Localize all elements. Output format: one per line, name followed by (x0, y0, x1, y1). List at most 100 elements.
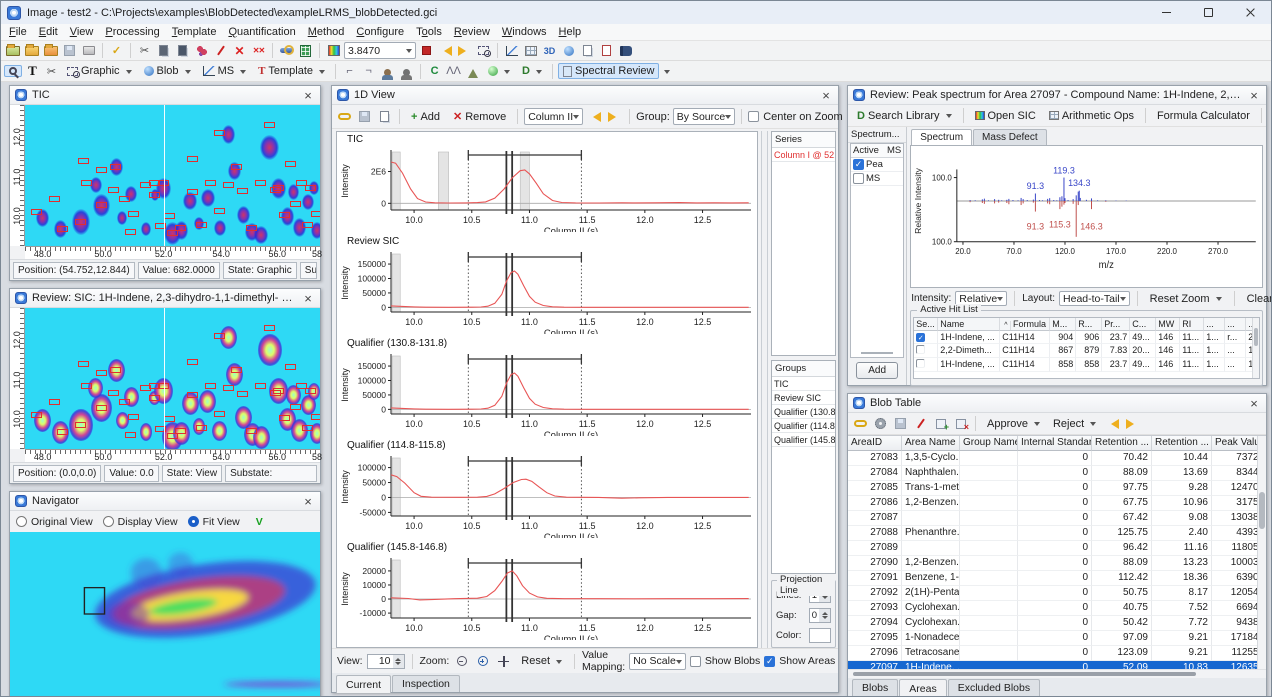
reset-button[interactable]: Reset (516, 653, 567, 669)
tab-excluded-blobs[interactable]: Excluded Blobs (948, 679, 1040, 696)
table-row[interactable]: 270901,2-Benzen...088.0913.231000386.0 (848, 556, 1257, 571)
template-menu-button[interactable]: TTemplate (253, 63, 330, 79)
scrollbar-thumb[interactable] (853, 672, 1196, 676)
table-3d-icon[interactable] (522, 43, 539, 58)
tab-spectrum[interactable]: Spectrum (911, 129, 972, 145)
pan-icon[interactable] (495, 654, 512, 669)
data-colors-menu-button[interactable]: D (517, 63, 547, 79)
row-checkbox-cell[interactable] (914, 358, 938, 372)
color-field[interactable] (809, 628, 831, 643)
annotate-icon[interactable]: ✓ (108, 43, 125, 58)
save-icon[interactable] (892, 416, 909, 431)
zoom-in-icon[interactable] (474, 654, 491, 669)
tab-current[interactable]: Current (336, 675, 391, 693)
oneD-charts-area[interactable]: TICIntensity10.010.511.011.512.012.52E60… (336, 131, 758, 648)
layout-icon[interactable] (579, 43, 596, 58)
clear-ranges-button[interactable]: Clear Ranges (1242, 291, 1272, 307)
reviewer-icon[interactable] (379, 64, 396, 79)
close-icon[interactable]: × (1247, 89, 1261, 102)
checkbox-icon[interactable] (916, 333, 925, 342)
column-select[interactable]: Column II (524, 108, 583, 125)
menu-edit[interactable]: Edit (33, 25, 64, 39)
stepper-arrows-icon[interactable] (393, 655, 404, 668)
menu-windows[interactable]: Windows (496, 25, 553, 39)
draw-icon[interactable] (212, 43, 229, 58)
hit-list-row[interactable]: 1H-Indene, ...C11H1490490623.749...14611… (914, 331, 1259, 345)
copy-icon[interactable] (155, 43, 172, 58)
menu-tools[interactable]: Tools (410, 25, 448, 39)
view-3d-icon[interactable]: 3D (541, 43, 558, 58)
column-header[interactable]: ^ Formula (1000, 318, 1050, 331)
column-header[interactable]: R... (1076, 318, 1102, 331)
table-row[interactable]: 270831,3,5-Cyclo...070.4210.44737261.0 (848, 451, 1257, 466)
table-row[interactable]: 27093Cyclohexan...040.757.52669484.0 (848, 601, 1257, 616)
close-icon[interactable]: × (301, 495, 315, 508)
group-item[interactable]: Qualifier (114.8-115.8) (772, 419, 835, 433)
group-item[interactable]: TIC (772, 377, 835, 391)
group-select[interactable]: By Source (673, 108, 735, 125)
blob-table-titlebar[interactable]: Blob Table × (848, 394, 1266, 413)
include-arrow-icon[interactable]: ⌐ (341, 64, 358, 79)
group-item[interactable]: Review SIC (772, 391, 835, 405)
report-icon[interactable] (598, 43, 615, 58)
approve-button[interactable]: Approve (982, 416, 1045, 432)
reset-zoom-button[interactable]: Reset Zoom (1145, 291, 1227, 307)
import-image-icon[interactable] (4, 43, 21, 58)
review-sic-titlebar[interactable]: Review: SIC: 1H-Indene, 2,3-dihydro-1,1-… (10, 289, 320, 308)
table-row[interactable]: 27088Phenanthre...0125.752.40439306.0 (848, 526, 1257, 541)
open-file-icon[interactable] (23, 43, 40, 58)
pin-tool-icon[interactable]: ✂ (43, 64, 60, 79)
group-item[interactable]: Qualifier (145.8-146.8) (772, 433, 835, 447)
tab-inspection[interactable]: Inspection (392, 675, 460, 692)
resize-handle[interactable] (861, 352, 893, 354)
table-row[interactable]: 27096Tetracosane0123.099.211125579.0 (848, 646, 1257, 661)
back-icon[interactable] (437, 43, 454, 58)
save-icon[interactable] (61, 43, 78, 58)
menu-processing[interactable]: Processing (99, 25, 165, 39)
scrollbar-thumb[interactable] (1259, 492, 1265, 529)
column-header[interactable]: Peak Value (1212, 436, 1257, 451)
link-views-icon[interactable] (852, 416, 869, 431)
column-header[interactable]: Se... (914, 318, 938, 331)
ms-menu-button[interactable]: MS (198, 63, 252, 79)
close-icon[interactable]: × (301, 89, 315, 102)
column-header[interactable]: Internal Standard (1018, 436, 1092, 451)
show-areas-checkbox[interactable]: Show Areas (764, 655, 835, 667)
tab-areas[interactable]: Areas (899, 679, 946, 697)
reviewer-remove-icon[interactable] (398, 64, 415, 79)
menu-configure[interactable]: Configure (350, 25, 410, 39)
value-mapping-select[interactable]: No Scale (629, 653, 686, 670)
table-row[interactable]: 270922(1H)-Penta...050.758.171205463.0 (848, 586, 1257, 601)
table-row[interactable]: 27091Benzene, 1-...0112.4218.36639015.0 (848, 571, 1257, 586)
paste-icon[interactable] (174, 43, 191, 58)
blob-menu-button[interactable]: Blob (139, 63, 196, 79)
signature-icon[interactable] (912, 416, 929, 431)
forward-icon[interactable] (456, 43, 473, 58)
zoom-tool-button[interactable] (4, 65, 22, 77)
spectral-review-button[interactable]: Spectral Review (558, 63, 659, 79)
arithmetic-ops-button[interactable]: Arithmetic Ops (1044, 108, 1139, 124)
tic-heatmap[interactable] (25, 105, 320, 246)
center-on-zoom-checkbox[interactable]: Center on Zoom (748, 111, 842, 123)
close-button[interactable] (1229, 1, 1271, 24)
add-column-icon[interactable] (932, 416, 949, 431)
column-header[interactable]: C... (1130, 318, 1156, 331)
calculator-icon[interactable] (297, 43, 314, 58)
checkbox-icon[interactable] (853, 173, 864, 184)
hit-list-row[interactable]: 1H-Indene, ...C11H1485885823.749...14611… (914, 358, 1259, 372)
mass-spectrum-chart[interactable]: 100.0100.020.070.0120.0170.0220.0270.0m/… (910, 145, 1263, 288)
copy-to-clipboard-button[interactable]: Copy to Clipboard (1268, 108, 1272, 124)
maximize-button[interactable] (1187, 1, 1229, 24)
series-item[interactable]: Column I @ 52.085 min (772, 148, 835, 162)
table-row[interactable]: 270951-Nonadecene097.099.211718473.0 (848, 631, 1257, 646)
column-header[interactable]: AreaID (848, 436, 902, 451)
tic-panel-titlebar[interactable]: TIC × (10, 86, 320, 105)
blob-points-icon[interactable] (193, 43, 210, 58)
table-row[interactable]: 27085Trans-1-met...097.759.281247065.0 (848, 481, 1257, 496)
table-row[interactable]: 27089096.4211.161180570.0 (848, 541, 1257, 556)
close-icon[interactable]: × (301, 292, 315, 305)
close-icon[interactable]: × (1247, 397, 1261, 410)
column-header[interactable]: MW (1156, 318, 1180, 331)
smooth-icon[interactable]: ΛΛ (445, 64, 462, 79)
delete-icon[interactable]: ✕ (231, 43, 248, 58)
